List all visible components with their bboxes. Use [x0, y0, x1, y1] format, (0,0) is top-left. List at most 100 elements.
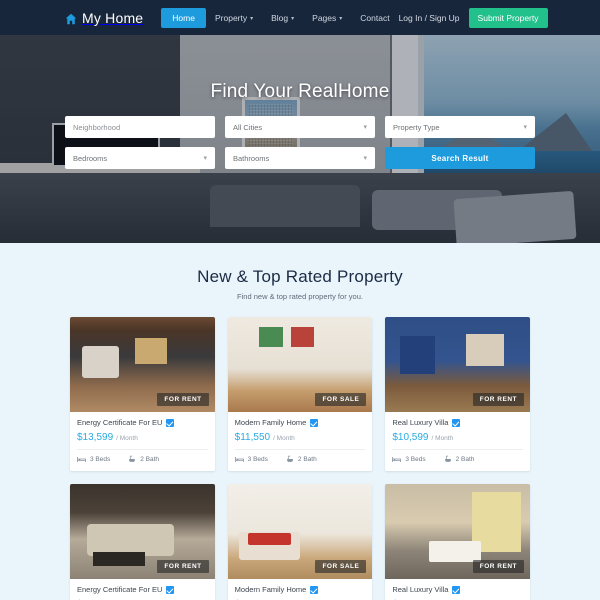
property-status-badge: FOR SALE — [315, 560, 367, 573]
property-meta-row: 3 Beds 2 Bath — [77, 449, 208, 463]
brand-text: My Home — [82, 9, 144, 26]
property-card-image[interactable]: FOR SALE — [227, 317, 373, 412]
property-title-row: Real Luxury Villa — [392, 418, 523, 427]
property-baths: 2 Bath — [444, 455, 475, 463]
section-subtitle: Find new & top rated property for you. — [237, 292, 363, 301]
property-title[interactable]: Real Luxury Villa — [392, 585, 448, 594]
property-price-row: $13,599 / Month — [77, 432, 208, 443]
bedrooms-select-value: Bedrooms — [73, 153, 108, 163]
property-card-5[interactable]: FOR SALE Modern Family Home $11,550 / Mo… — [227, 484, 373, 600]
property-card-image[interactable]: FOR RENT — [70, 484, 215, 579]
nav-item-property-label: Property — [214, 12, 248, 23]
property-price-row: $11,550 / Month — [235, 432, 366, 443]
property-price: $13,599 — [77, 432, 114, 443]
bath-icon — [444, 455, 452, 463]
property-card-body: Energy Certificate For EU $13,599 / Mont… — [70, 579, 215, 600]
property-card-image[interactable]: FOR RENT — [385, 317, 530, 412]
property-card-grid: FOR RENT Energy Certificate For EU $13,5… — [70, 317, 530, 600]
bathrooms-select-value: Bathrooms — [233, 153, 270, 163]
property-card-2[interactable]: FOR SALE Modern Family Home $11,550 / Mo… — [227, 317, 373, 471]
navbar-inner: My Home Home Property ▾ Blog ▾ Pages ▾ C… — [65, 0, 548, 35]
search-result-button[interactable]: Search Result — [385, 147, 535, 169]
verified-check-icon — [310, 418, 319, 427]
chevron-down-icon: ▾ — [203, 155, 207, 162]
property-card-image[interactable]: FOR RENT — [70, 317, 215, 412]
submit-property-button[interactable]: Submit Property — [468, 7, 548, 28]
property-title[interactable]: Energy Certificate For EU — [77, 585, 162, 594]
property-meta-row: 3 Beds 2 Bath — [234, 449, 366, 463]
property-card-body: Modern Family Home $11,550 / Month 3 Bed… — [228, 579, 373, 600]
property-title-row: Real Luxury Villa — [392, 585, 523, 594]
property-price-period: / Month — [273, 435, 295, 442]
property-status-badge: FOR RENT — [157, 560, 209, 573]
property-beds: 3 Beds — [392, 456, 426, 463]
nav-item-contact[interactable]: Contact — [351, 8, 398, 28]
chevron-down-icon: ▾ — [363, 155, 367, 162]
home-icon — [65, 12, 77, 24]
property-title[interactable]: Energy Certificate For EU — [77, 418, 162, 427]
property-status-badge: FOR RENT — [472, 560, 524, 573]
property-status-badge: FOR SALE — [315, 393, 367, 406]
property-status-badge: FOR RENT — [472, 393, 524, 406]
property-baths-label: 2 Bath — [297, 455, 317, 463]
bedrooms-select[interactable]: Bedrooms ▾ — [65, 147, 215, 169]
login-signup-link[interactable]: Log In / Sign Up — [399, 13, 460, 23]
nav-item-home-label: Home — [172, 12, 195, 23]
property-title-row: Energy Certificate For EU — [77, 418, 208, 427]
property-type-select-value: Property Type — [393, 122, 440, 132]
chevron-down-icon: ▾ — [291, 15, 295, 22]
hero-section: Find Your RealHome Neighborhood All Citi… — [0, 35, 600, 243]
nav-item-pages[interactable]: Pages ▾ — [303, 8, 351, 28]
nav-item-property[interactable]: Property ▾ — [206, 8, 262, 28]
property-section: New & Top Rated Property Find new & top … — [0, 243, 600, 600]
navbar-right: Log In / Sign Up Submit Property — [399, 7, 548, 28]
neighborhood-input[interactable]: Neighborhood — [65, 116, 215, 138]
all-cities-select[interactable]: All Cities ▾ — [225, 116, 375, 138]
property-card-1[interactable]: FOR RENT Energy Certificate For EU $13,5… — [70, 317, 215, 471]
property-search-form: Neighborhood All Cities ▾ Property Type … — [65, 116, 535, 169]
property-card-image[interactable]: FOR RENT — [385, 484, 530, 579]
property-beds-label: 3 Beds — [247, 455, 268, 463]
property-card-body: Energy Certificate For EU $13,599 / Mont… — [70, 412, 215, 471]
verified-check-icon — [452, 585, 461, 594]
property-price: $10,599 — [392, 432, 429, 443]
property-title[interactable]: Modern Family Home — [235, 418, 307, 427]
all-cities-select-value: All Cities — [233, 122, 263, 132]
property-card-6[interactable]: FOR RENT Real Luxury Villa $10,599 / Mon… — [385, 484, 530, 600]
nav-item-blog[interactable]: Blog ▾ — [262, 8, 303, 28]
nav-item-pages-label: Pages — [312, 12, 337, 23]
property-baths: 2 Bath — [128, 455, 159, 463]
property-card-body: Modern Family Home $11,550 / Month 3 Bed… — [228, 412, 373, 471]
property-title[interactable]: Real Luxury Villa — [392, 418, 448, 427]
property-price-row: $10,599 / Month — [392, 432, 523, 443]
property-title-row: Modern Family Home — [235, 418, 366, 427]
property-status-badge: FOR RENT — [157, 393, 209, 406]
property-price: $11,550 — [234, 432, 271, 443]
property-baths-label: 2 Bath — [455, 455, 475, 463]
verified-check-icon — [452, 418, 461, 427]
property-section-inner: New & Top Rated Property Find new & top … — [70, 267, 530, 600]
property-beds-label: 3 Beds — [90, 455, 111, 463]
section-title: New & Top Rated Property — [197, 267, 403, 286]
bed-icon — [77, 456, 86, 463]
bed-icon — [392, 456, 402, 463]
property-beds: 3 Beds — [234, 455, 268, 463]
property-card-4[interactable]: FOR RENT Energy Certificate For EU $13,5… — [70, 484, 215, 600]
chevron-down-icon: ▾ — [363, 124, 367, 131]
property-type-select[interactable]: Property Type ▾ — [385, 116, 535, 138]
nav-item-contact-label: Contact — [360, 12, 390, 23]
property-baths-label: 2 Bath — [140, 455, 160, 463]
bathrooms-select[interactable]: Bathrooms ▾ — [225, 147, 375, 169]
bath-icon — [128, 455, 136, 463]
chevron-down-icon: ▾ — [250, 15, 254, 22]
nav-item-home[interactable]: Home — [161, 7, 206, 28]
property-beds: 3 Beds — [77, 456, 110, 463]
property-card-image[interactable]: FOR SALE — [227, 484, 373, 579]
brand-logo[interactable]: My Home — [65, 10, 143, 26]
property-card-3[interactable]: FOR RENT Real Luxury Villa $10,599 / Mon… — [385, 317, 530, 471]
property-baths: 2 Bath — [286, 455, 317, 463]
property-price-period: / Month — [116, 435, 138, 442]
chevron-down-icon: ▾ — [339, 15, 343, 22]
top-navbar: My Home Home Property ▾ Blog ▾ Pages ▾ C… — [0, 0, 600, 35]
property-title[interactable]: Modern Family Home — [235, 585, 307, 594]
